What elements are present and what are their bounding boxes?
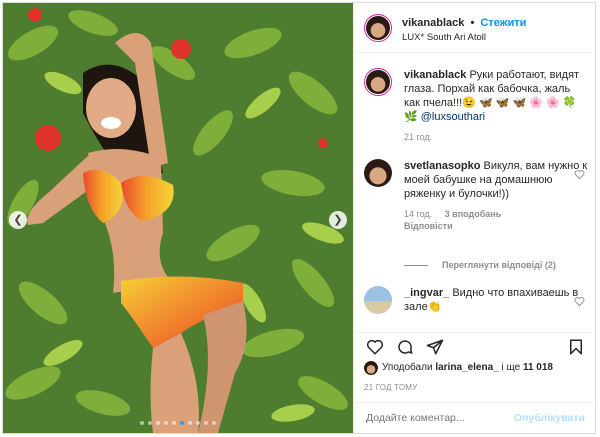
- chevron-left-icon[interactable]: ❮: [9, 211, 27, 229]
- post-side-panel: vikanablack • Стежити LUX* South Ari Ato…: [353, 3, 595, 433]
- post-photo[interactable]: ❮ ❯: [3, 3, 353, 433]
- avatar[interactable]: [364, 14, 392, 42]
- heart-icon[interactable]: [574, 169, 585, 180]
- post-timestamp[interactable]: 21 ГОД ТОМУ: [364, 383, 417, 392]
- carousel-dot: [212, 421, 216, 425]
- post-comment-button[interactable]: Опублікувати: [514, 412, 585, 424]
- comment-username[interactable]: svetlanasopko: [404, 160, 480, 172]
- likes-user[interactable]: larina_elena_: [435, 362, 498, 373]
- reply-button[interactable]: Відповісти: [404, 221, 453, 231]
- comment-likes[interactable]: 3 вподобань: [445, 209, 502, 219]
- comment-item: svetlanasopko Викуля, вам нужно к моей б…: [364, 159, 589, 231]
- separator-dot: •: [470, 17, 475, 29]
- likes-summary: Уподобали larina_elena_ і ще 11 018: [364, 361, 553, 375]
- carousel-dot: [148, 421, 152, 425]
- comment-icon[interactable]: [396, 338, 414, 356]
- photo-illustration: [3, 3, 353, 433]
- view-replies-button[interactable]: Переглянути відповіді (2): [404, 260, 556, 270]
- avatar[interactable]: [364, 159, 392, 187]
- comment-time[interactable]: 14 год.: [404, 209, 432, 219]
- likes-middle: і ще: [501, 362, 521, 373]
- add-comment-bar: Опублікувати: [354, 402, 595, 433]
- post-dialog: ❮ ❯ vikanablack • Стежити LUX* South Ari…: [2, 2, 596, 434]
- carousel-dot: [140, 421, 144, 425]
- avatar[interactable]: [364, 68, 392, 96]
- carousel-dot-active: [180, 421, 184, 425]
- carousel-dot: [156, 421, 160, 425]
- heart-icon[interactable]: [366, 338, 384, 356]
- comments-list[interactable]: vikanablack Руки работают, видят глаза. …: [354, 54, 595, 324]
- chevron-right-icon[interactable]: ❯: [329, 211, 347, 229]
- carousel-indicator: [3, 421, 353, 425]
- carousel-dot: [196, 421, 200, 425]
- carousel-dot: [204, 421, 208, 425]
- carousel-dot: [164, 421, 168, 425]
- avatar[interactable]: [364, 361, 378, 375]
- comment-item: _ingvar_ Видно что впахиваешь в зале👏: [364, 286, 589, 314]
- caption-mention[interactable]: @luxsouthari: [421, 111, 485, 123]
- location-link[interactable]: LUX* South Ari Atoll: [402, 32, 486, 43]
- carousel-dot: [188, 421, 192, 425]
- caption: vikanablack Руки работают, видят глаза. …: [364, 68, 589, 142]
- view-replies-label: Переглянути відповіді (2): [442, 260, 556, 270]
- author-username[interactable]: vikanablack: [402, 17, 464, 29]
- post-header: vikanablack • Стежити LUX* South Ari Ato…: [354, 3, 595, 53]
- avatar[interactable]: [364, 286, 392, 314]
- bookmark-icon[interactable]: [567, 338, 585, 356]
- heart-icon[interactable]: [574, 296, 585, 307]
- caption-time[interactable]: 21 год.: [404, 132, 432, 142]
- follow-button[interactable]: Стежити: [480, 17, 526, 29]
- comment-username[interactable]: _ingvar_: [404, 287, 449, 299]
- likes-count[interactable]: 11 018: [523, 362, 553, 373]
- carousel-dot: [172, 421, 176, 425]
- likes-prefix: Уподобали: [382, 362, 433, 373]
- share-icon[interactable]: [426, 338, 444, 356]
- action-bar: [354, 332, 595, 360]
- comment-input[interactable]: [366, 412, 516, 424]
- caption-username[interactable]: vikanablack: [404, 69, 466, 81]
